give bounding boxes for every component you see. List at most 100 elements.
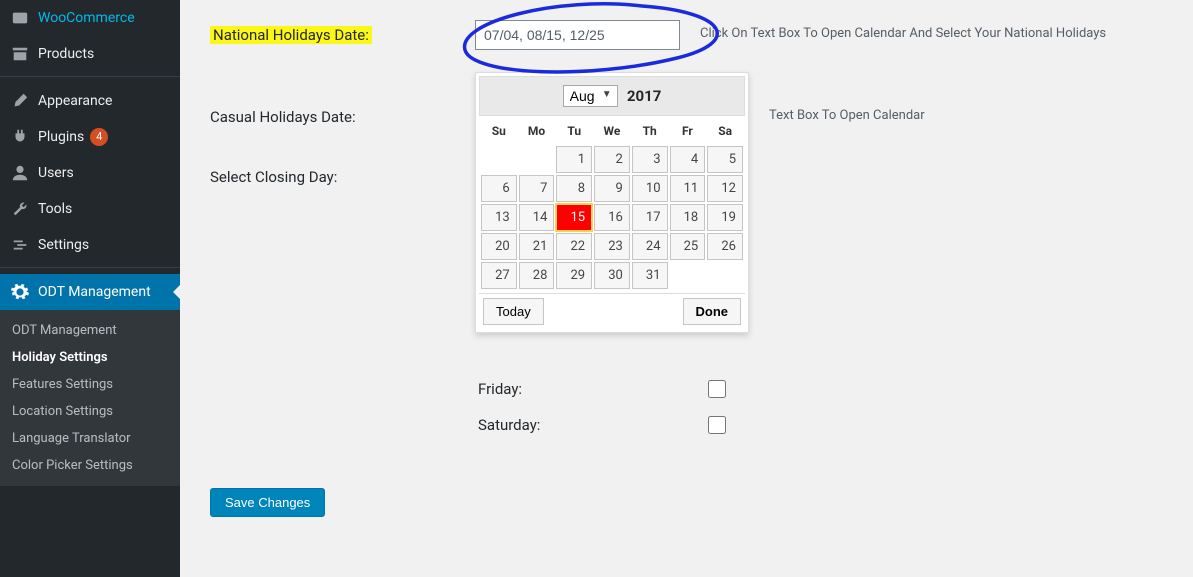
datepicker-day[interactable]: 14 <box>519 204 555 231</box>
casual-holidays-label: Casual Holidays Date: <box>210 102 475 126</box>
datepicker-day[interactable]: 10 <box>632 175 668 202</box>
submenu-location-settings[interactable]: Location Settings <box>0 398 180 425</box>
datepicker-dow: We <box>594 118 630 144</box>
datepicker-day[interactable]: 1 <box>556 146 592 173</box>
brush-icon <box>10 91 30 111</box>
datepicker-day[interactable]: 13 <box>481 204 517 231</box>
sidebar-label: Tools <box>38 201 72 217</box>
datepicker-year: 2017 <box>627 87 661 105</box>
datepicker-dow: Su <box>481 118 517 144</box>
closing-saturday-checkbox[interactable] <box>708 416 726 434</box>
datepicker-day[interactable]: 19 <box>707 204 743 231</box>
sidebar-label: Appearance <box>38 93 112 109</box>
casual-holidays-hint: Text Box To Open Calendar <box>769 102 925 123</box>
datepicker-day[interactable]: 25 <box>670 233 706 260</box>
datepicker-day[interactable]: 21 <box>519 233 555 260</box>
sidebar-label: Products <box>38 46 94 62</box>
woocommerce-icon <box>10 8 30 28</box>
datepicker-day[interactable]: 31 <box>632 262 668 289</box>
datepicker-day[interactable]: 8 <box>556 175 592 202</box>
menu-separator <box>0 72 180 77</box>
sidebar-submenu: ODT Management Holiday Settings Features… <box>0 310 180 486</box>
sidebar-label: Plugins <box>38 129 84 145</box>
datepicker-dow: Th <box>632 118 668 144</box>
datepicker-day <box>707 271 743 281</box>
datepicker-dow: Tu <box>556 118 592 144</box>
closing-days-block: Friday: Saturday: <box>478 380 726 452</box>
closing-saturday-label: Saturday: <box>478 416 708 434</box>
datepicker-day[interactable]: 28 <box>519 262 555 289</box>
sidebar-item-tools[interactable]: Tools <box>0 191 180 227</box>
archive-icon <box>10 44 30 64</box>
datepicker-day[interactable]: 30 <box>594 262 630 289</box>
user-icon <box>10 163 30 183</box>
datepicker-day[interactable]: 16 <box>594 204 630 231</box>
datepicker-month-select[interactable]: Aug <box>563 85 618 107</box>
datepicker-day[interactable]: 5 <box>707 146 743 173</box>
datepicker-dow: Mo <box>519 118 555 144</box>
sidebar-label: Settings <box>38 237 89 253</box>
datepicker-day[interactable]: 2 <box>594 146 630 173</box>
datepicker-day[interactable]: 26 <box>707 233 743 260</box>
datepicker-day <box>519 155 555 165</box>
sidebar-label: ODT Management <box>38 284 151 300</box>
datepicker-dow: Sa <box>707 118 743 144</box>
national-holidays-input[interactable] <box>475 20 680 50</box>
closing-friday-row: Friday: <box>478 380 726 398</box>
datepicker-day[interactable]: 3 <box>632 146 668 173</box>
sidebar-item-woocommerce[interactable]: WooCommerce <box>0 0 180 36</box>
sidebar-item-settings[interactable]: Settings <box>0 227 180 263</box>
datepicker-day[interactable]: 9 <box>594 175 630 202</box>
sidebar-item-odt-management[interactable]: ODT Management <box>0 274 180 310</box>
datepicker-button-row: Today Done <box>479 293 745 329</box>
datepicker-day[interactable]: 20 <box>481 233 517 260</box>
datepicker-header: Aug 2017 <box>479 76 745 116</box>
save-changes-button[interactable]: Save Changes <box>210 488 325 517</box>
submenu-language-translator[interactable]: Language Translator <box>0 425 180 452</box>
gear-icon <box>10 282 30 302</box>
admin-sidebar: WooCommerce Products Appearance Plugins … <box>0 0 180 577</box>
datepicker-day[interactable]: 29 <box>556 262 592 289</box>
update-badge: 4 <box>90 128 108 146</box>
submenu-color-picker-settings[interactable]: Color Picker Settings <box>0 452 180 479</box>
datepicker-day <box>670 271 706 281</box>
sidebar-label: WooCommerce <box>38 10 135 26</box>
sidebar-item-products[interactable]: Products <box>0 36 180 72</box>
datepicker-day[interactable]: 17 <box>632 204 668 231</box>
menu-separator <box>0 263 180 268</box>
datepicker-day[interactable]: 23 <box>594 233 630 260</box>
closing-day-label: Select Closing Day: <box>210 162 475 186</box>
datepicker-day[interactable]: 22 <box>556 233 592 260</box>
datepicker-day[interactable]: 24 <box>632 233 668 260</box>
closing-friday-label: Friday: <box>478 380 708 398</box>
datepicker-day[interactable]: 18 <box>670 204 706 231</box>
datepicker-today-button[interactable]: Today <box>483 298 544 325</box>
sliders-icon <box>10 235 30 255</box>
datepicker-day[interactable]: 4 <box>670 146 706 173</box>
sidebar-label: Users <box>38 165 74 181</box>
datepicker-grid: SuMoTuWeThFrSa 1234567891011121314151617… <box>479 116 745 291</box>
datepicker-day[interactable]: 11 <box>670 175 706 202</box>
datepicker-day <box>481 155 517 165</box>
datepicker-day[interactable]: 27 <box>481 262 517 289</box>
plug-icon <box>10 127 30 147</box>
datepicker-dow: Fr <box>670 118 706 144</box>
datepicker-done-button[interactable]: Done <box>683 298 742 325</box>
datepicker-day[interactable]: 7 <box>519 175 555 202</box>
national-holidays-row: National Holidays Date: Click On Text Bo… <box>210 20 1173 50</box>
submenu-odt-management[interactable]: ODT Management <box>0 317 180 344</box>
submenu-holiday-settings[interactable]: Holiday Settings <box>0 344 180 371</box>
sidebar-item-plugins[interactable]: Plugins 4 <box>0 119 180 155</box>
wrench-icon <box>10 199 30 219</box>
closing-friday-checkbox[interactable] <box>708 380 726 398</box>
national-holidays-label: National Holidays Date: <box>210 20 475 44</box>
closing-saturday-row: Saturday: <box>478 416 726 434</box>
sidebar-item-appearance[interactable]: Appearance <box>0 83 180 119</box>
datepicker-popup: Aug 2017 SuMoTuWeThFrSa 1234567891011121… <box>475 72 749 333</box>
datepicker-day[interactable]: 15 <box>556 204 592 231</box>
datepicker-day[interactable]: 12 <box>707 175 743 202</box>
submenu-features-settings[interactable]: Features Settings <box>0 371 180 398</box>
datepicker-day[interactable]: 6 <box>481 175 517 202</box>
sidebar-item-users[interactable]: Users <box>0 155 180 191</box>
national-holidays-hint: Click On Text Box To Open Calendar And S… <box>700 20 1106 41</box>
